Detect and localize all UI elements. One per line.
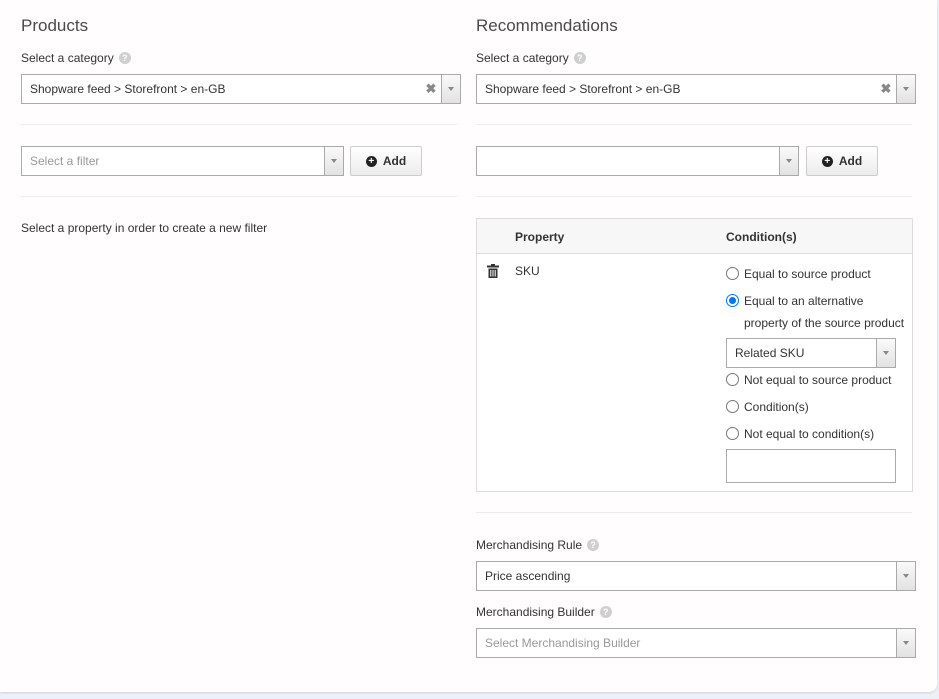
- radio-equal-to-alternative[interactable]: Equal to an alternative property of the …: [726, 293, 904, 331]
- radio-conditions[interactable]: Condition(s): [726, 399, 809, 415]
- radio-button[interactable]: [726, 400, 739, 413]
- recommendations-category-label-text: Select a category: [476, 51, 569, 65]
- radio-label-line2: property of the source product: [744, 316, 905, 330]
- table-header: Property Condition(s): [477, 219, 912, 254]
- dropdown-arrow[interactable]: [779, 147, 798, 175]
- recommendations-category-select[interactable]: Shopware feed > Storefront > en-GB ✖: [476, 74, 916, 104]
- merch-builder-placeholder: Select Merchandising Builder: [485, 636, 641, 650]
- merch-rule-label-text: Merchandising Rule: [476, 538, 583, 552]
- dropdown-arrow[interactable]: [324, 147, 343, 175]
- divider: [21, 196, 457, 197]
- clear-icon[interactable]: ✖: [876, 81, 896, 97]
- products-filter-select[interactable]: Select a filter: [21, 146, 344, 176]
- radio-label: Not equal to source product: [744, 373, 892, 387]
- help-icon[interactable]: ?: [599, 606, 612, 618]
- filter-table: Property Condition(s) SKU Equal to sourc…: [476, 218, 913, 492]
- help-icon[interactable]: ?: [118, 52, 131, 64]
- radio-label: Not equal to condition(s): [744, 427, 875, 441]
- dropdown-arrow[interactable]: [876, 339, 895, 367]
- merch-rule-select[interactable]: Price ascending: [476, 561, 916, 591]
- products-category-select[interactable]: Shopware feed > Storefront > en-GB ✖: [21, 74, 461, 104]
- filter-settings-panel: Products Select a category ? Shopware fe…: [0, 0, 937, 692]
- dropdown-arrow[interactable]: [896, 562, 915, 590]
- chevron-down-icon: [903, 641, 909, 645]
- help-icon[interactable]: ?: [587, 539, 600, 551]
- recommendations-add-filter-button[interactable]: + Add: [806, 146, 878, 176]
- radio-button[interactable]: [726, 373, 739, 386]
- divider: [21, 124, 457, 125]
- divider: [476, 512, 912, 513]
- dropdown-arrow[interactable]: [896, 629, 915, 657]
- recommendations-category-label: Select a category ?: [476, 51, 586, 65]
- chevron-down-icon: [331, 159, 337, 163]
- recommendations-title: Recommendations: [476, 16, 618, 35]
- products-category-value: Shopware feed > Storefront > en-GB: [30, 82, 226, 96]
- chevron-down-icon: [903, 574, 909, 578]
- radio-not-equal-to-source[interactable]: Not equal to source product: [726, 372, 891, 388]
- condition-input[interactable]: [726, 449, 896, 483]
- products-filter-info: Select a property in order to create a n…: [21, 221, 268, 235]
- recommendations-filter-select[interactable]: [476, 146, 799, 176]
- column-header-property: Property: [515, 230, 565, 244]
- alternative-property-select[interactable]: Related SKU: [726, 338, 896, 368]
- radio-label-line1: Equal to an alternative: [744, 294, 864, 308]
- merch-builder-label: Merchandising Builder ?: [476, 605, 612, 619]
- divider: [476, 196, 912, 197]
- radio-equal-to-source[interactable]: Equal to source product: [726, 266, 871, 282]
- plus-circle-icon: +: [821, 155, 833, 167]
- help-icon[interactable]: ?: [573, 52, 586, 64]
- plus-circle-icon: +: [365, 155, 377, 167]
- add-label: Add: [838, 154, 863, 168]
- chevron-down-icon: [786, 159, 792, 163]
- dropdown-arrow[interactable]: [896, 75, 915, 103]
- trash-icon[interactable]: [487, 264, 499, 278]
- column-header-conditions: Condition(s): [726, 230, 797, 244]
- radio-button-checked[interactable]: [726, 294, 739, 307]
- radio-label: Equal to an alternative property of the …: [744, 293, 904, 331]
- radio-not-equal-to-conditions[interactable]: Not equal to condition(s): [726, 426, 874, 442]
- merch-builder-label-text: Merchandising Builder: [476, 605, 595, 619]
- chevron-down-icon: [448, 87, 454, 91]
- radio-button[interactable]: [726, 427, 739, 440]
- products-filter-placeholder: Select a filter: [30, 154, 100, 168]
- property-name: SKU: [515, 264, 540, 278]
- products-add-filter-button[interactable]: + Add: [350, 146, 422, 176]
- clear-icon[interactable]: ✖: [421, 81, 441, 97]
- chevron-down-icon: [883, 351, 889, 355]
- merch-rule-value: Price ascending: [485, 569, 571, 583]
- products-category-label: Select a category ?: [21, 51, 131, 65]
- merch-builder-select[interactable]: Select Merchandising Builder: [476, 628, 916, 658]
- dropdown-arrow[interactable]: [441, 75, 460, 103]
- divider: [476, 124, 912, 125]
- radio-label: Condition(s): [744, 400, 809, 414]
- products-title: Products: [21, 16, 89, 35]
- add-label: Add: [382, 154, 407, 168]
- merch-rule-label: Merchandising Rule ?: [476, 538, 600, 552]
- products-category-label-text: Select a category: [21, 51, 114, 65]
- radio-button[interactable]: [726, 267, 739, 280]
- recommendations-category-value: Shopware feed > Storefront > en-GB: [485, 82, 681, 96]
- alternative-property-value: Related SKU: [735, 346, 805, 360]
- chevron-down-icon: [903, 87, 909, 91]
- radio-label: Equal to source product: [744, 267, 871, 281]
